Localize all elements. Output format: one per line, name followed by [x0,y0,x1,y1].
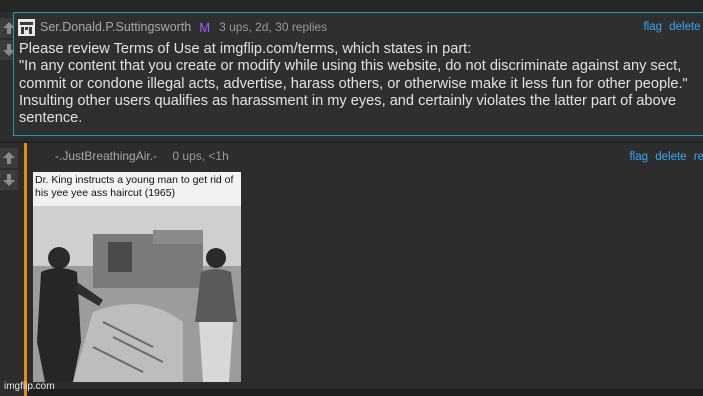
reply-link[interactable]: re [694,151,703,163]
comment2-votes [0,148,18,192]
comment-line: sentence. [19,110,83,127]
top-strip [0,0,703,12]
highlighted-comment: Ser.Donald.P.Suttingsworth M 3 ups, 2d, … [13,12,703,136]
upvote-button[interactable] [0,148,18,168]
flag-link[interactable]: flag [643,21,662,33]
thread-indent-bar [24,143,27,396]
comment-username[interactable]: -.JustBreathingAir.- [55,149,157,163]
comment-line: Insulting other users qualifies as haras… [19,92,677,109]
imgflip-watermark: imgflip.com [4,381,55,392]
comment-line: Please review Terms of Use at imgflip.co… [19,41,472,57]
comment-username[interactable]: Ser.Donald.P.Suttingsworth [40,20,191,34]
meme-photo [33,172,241,382]
comment-meta: 0 ups, <1h [172,149,229,163]
downvote-arrow-icon [3,174,15,186]
upvote-arrow-icon [3,152,15,164]
comment-line: commit or condone illegal acts, advertis… [19,75,688,92]
meme-image[interactable]: Dr. King instructs a young man to get ri… [33,172,241,382]
delete-link[interactable]: delete [655,151,686,163]
comment-meta: 3 ups, 2d, 30 replies [219,20,328,34]
meme-caption: Dr. King instructs a young man to get ri… [35,174,234,199]
comment-header: Ser.Donald.P.Suttingsworth M 3 ups, 2d, … [18,18,327,36]
bottom-bar [27,389,703,396]
flag-link[interactable]: flag [629,151,648,163]
mod-badge: M [199,19,211,35]
user-avatar-icon[interactable] [18,18,35,36]
comment-actions: flag delete re [625,151,703,163]
delete-link[interactable]: delete [669,21,700,33]
comment-header: -.JustBreathingAir.- 0 ups, <1h [55,149,229,163]
comment-body: Please review Terms of Use at imgflip.co… [19,41,703,127]
comment-actions: flag delete re [639,21,703,33]
comment-line: "In any content that you create or modif… [19,58,682,75]
downvote-button[interactable] [0,170,18,190]
